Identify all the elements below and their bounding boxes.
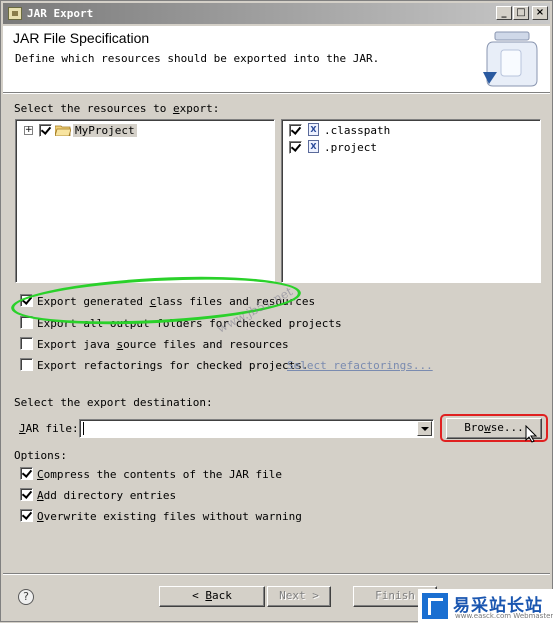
project-file-checkbox[interactable] — [289, 141, 302, 154]
add-directory-entries-checkbox[interactable] — [20, 488, 33, 501]
overwrite-checkbox[interactable] — [20, 509, 33, 522]
back-button[interactable]: < Back — [159, 586, 265, 607]
expand-toggle[interactable]: + — [24, 126, 33, 135]
project-folder-icon — [55, 125, 71, 136]
options-label: Options: — [14, 449, 67, 462]
export-java-source-label[interactable]: Export java source files and resources — [37, 338, 289, 351]
resources-label: Select the resources to export: — [14, 102, 220, 115]
compress-checkbox[interactable] — [20, 467, 33, 480]
export-refactorings-checkbox[interactable] — [20, 358, 33, 371]
export-refactorings-label[interactable]: Export refactorings for checked projects… — [37, 359, 309, 372]
jar-app-icon — [8, 7, 22, 20]
add-directory-entries-label[interactable]: Add directory entries — [37, 489, 176, 502]
export-java-source-checkbox[interactable] — [20, 337, 33, 350]
jar-file-combo[interactable] — [79, 419, 434, 438]
tree-item-label[interactable]: MyProject — [73, 124, 137, 137]
myproject-checkbox[interactable] — [39, 124, 52, 137]
file-item-classpath[interactable]: .classpath — [324, 124, 390, 137]
title-bar[interactable]: JAR Export _ □ × — [3, 3, 550, 24]
page-title: JAR File Specification — [13, 30, 150, 46]
close-button[interactable]: × — [532, 6, 548, 20]
help-icon[interactable]: ? — [18, 589, 34, 605]
brand-logo-icon — [422, 593, 448, 619]
wizard-header: JAR File Specification Define which reso… — [3, 26, 550, 92]
minimize-button[interactable]: _ — [496, 6, 512, 20]
jar-file-label: JAR file: — [19, 422, 79, 435]
file-list[interactable]: X .classpath X .project — [281, 119, 541, 283]
jar-export-window: JAR Export _ □ × JAR File Specification … — [0, 0, 553, 623]
xml-file-icon: X — [308, 140, 319, 153]
maximize-button[interactable]: □ — [513, 6, 529, 20]
chevron-down-icon[interactable] — [417, 421, 432, 436]
project-tree[interactable]: + MyProject — [15, 119, 275, 283]
header-separator — [3, 92, 550, 94]
compress-label[interactable]: Compress the contents of the JAR file — [37, 468, 282, 481]
text-caret — [83, 422, 84, 435]
classpath-checkbox[interactable] — [289, 124, 302, 137]
destination-label: Select the export destination: — [14, 396, 213, 409]
jar-wizard-icon — [483, 31, 538, 87]
overwrite-label[interactable]: Overwrite existing files without warning — [37, 510, 302, 523]
file-item-project[interactable]: .project — [324, 141, 377, 154]
xml-file-icon: X — [308, 123, 319, 136]
site-brand: 易采站长站 www.easck.com Webmaster — [418, 589, 553, 623]
select-refactorings-link[interactable]: Select refactorings... — [287, 359, 433, 372]
mouse-cursor-icon — [525, 425, 537, 443]
brand-url: www.easck.com Webmaster — [455, 612, 553, 620]
next-button[interactable]: Next > — [267, 586, 331, 607]
page-description: Define which resources should be exporte… — [15, 52, 380, 65]
footer-separator — [3, 573, 550, 575]
window-title: JAR Export — [27, 7, 94, 20]
